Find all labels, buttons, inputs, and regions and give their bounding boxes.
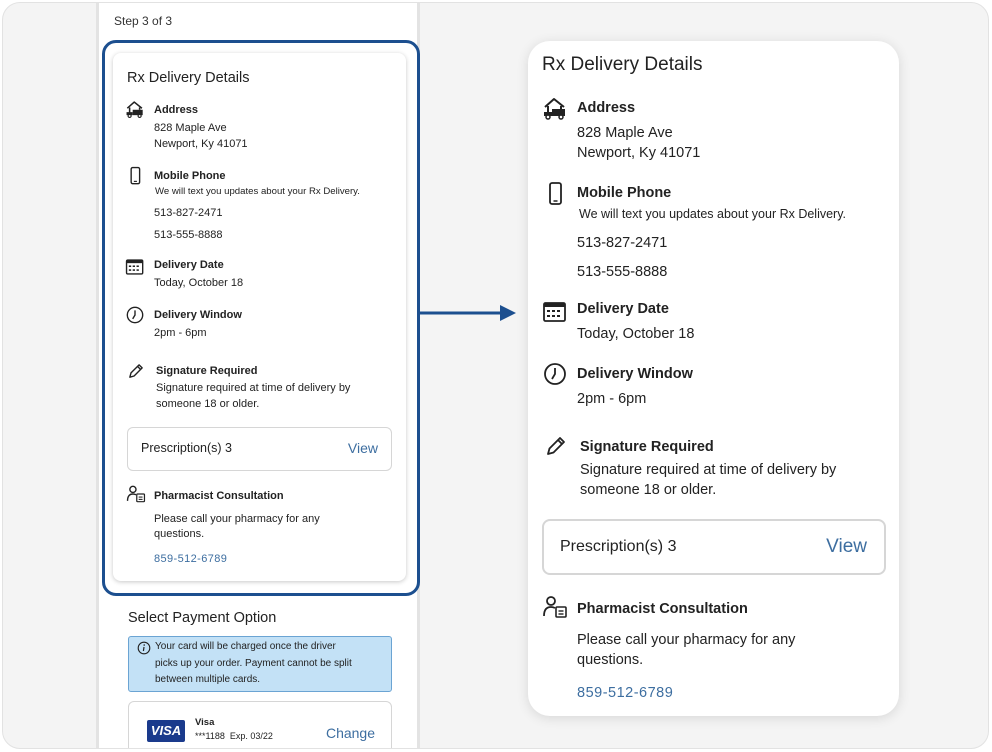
pencil-icon (126, 361, 146, 381)
payment-info-line-3: between multiple cards. (155, 674, 261, 685)
mobile-phone-note: We will text you updates about your Rx D… (579, 207, 847, 221)
house-delivery-icon (542, 95, 568, 121)
delivery-date-heading: Delivery Date (577, 301, 669, 317)
address-line-2: Newport, Ky 41071 (577, 145, 701, 161)
phone-number-1: 513-827-2471 (154, 207, 223, 219)
pencil-icon (543, 433, 569, 459)
step-indicator: Step 3 of 3 (114, 14, 173, 28)
change-card-button[interactable]: Change (326, 725, 375, 741)
card-expiry: Exp. 03/22 (229, 731, 273, 741)
delivery-window-value: 2pm - 6pm (154, 327, 207, 339)
pharmacist-heading: Pharmacist Consultation (154, 490, 284, 502)
phone-number-2: 513-555-8888 (154, 229, 223, 241)
card-number-exp: ***1188 Exp. 03/22 (195, 731, 273, 741)
payment-title: Select Payment Option (128, 610, 277, 626)
pharmacy-phone-link[interactable]: 859-512-6789 (154, 553, 227, 565)
mobile-phone-icon (542, 181, 568, 207)
calendar-icon (542, 299, 568, 325)
address-heading: Address (154, 104, 199, 116)
card-title: Rx Delivery Details (542, 54, 703, 75)
card-number: ***1188 (195, 731, 225, 741)
mobile-phone-icon (125, 166, 145, 186)
prescriptions-label: Prescription(s) 3 (141, 441, 232, 455)
clock-icon (542, 361, 568, 387)
mobile-phone-heading: Mobile Phone (154, 170, 226, 182)
address-heading: Address (577, 100, 636, 116)
prescriptions-row[interactable]: Prescription(s) 3 View (542, 519, 886, 575)
payment-card-row[interactable]: VISA Visa ***1188 Exp. 03/22 Change (128, 701, 392, 748)
info-icon (137, 641, 151, 655)
prescriptions-row[interactable]: Prescription(s) 3 View (127, 427, 392, 471)
pharmacist-heading: Pharmacist Consultation (577, 601, 748, 617)
signature-line-1: Signature required at time of delivery b… (580, 462, 837, 478)
rx-delivery-card-small: Rx Delivery Details Address 828 Maple Av… (113, 53, 406, 581)
payment-info-line-1: Your card will be charged once the drive… (155, 641, 336, 652)
screenshot-frame: Step 3 of 3 Rx Delivery Details Address … (2, 2, 989, 749)
mobile-phone-heading: Mobile Phone (577, 185, 672, 201)
view-prescriptions-link[interactable]: View (348, 440, 378, 456)
clock-icon (125, 305, 145, 325)
pharmacist-line-2: questions. (577, 652, 644, 668)
delivery-date-value: Today, October 18 (577, 326, 695, 342)
delivery-window-heading: Delivery Window (577, 366, 693, 382)
card-brand: Visa (195, 717, 215, 728)
phone-number-2: 513-555-8888 (577, 264, 668, 280)
calendar-icon (125, 257, 145, 277)
payment-info-text: Your card will be charged once the drive… (155, 639, 387, 689)
delivery-window-heading: Delivery Window (154, 309, 242, 321)
pharmacist-line-1: Please call your pharmacy for any (577, 632, 796, 648)
house-delivery-icon (125, 99, 145, 119)
payment-info-banner: Your card will be charged once the drive… (128, 636, 392, 692)
address-line-1: 828 Maple Ave (154, 122, 227, 134)
signature-line-2: someone 18 or older. (156, 398, 260, 410)
pharmacist-line-1: Please call your pharmacy for any (154, 513, 320, 525)
prescriptions-label: Prescription(s) 3 (560, 538, 677, 555)
delivery-window-value: 2pm - 6pm (577, 391, 647, 407)
signature-heading: Signature Required (156, 365, 258, 377)
view-prescriptions-link[interactable]: View (826, 536, 867, 558)
signature-line-1: Signature required at time of delivery b… (156, 382, 351, 394)
visa-logo: VISA (147, 720, 185, 742)
pharmacist-line-2: questions. (154, 528, 205, 540)
signature-line-2: someone 18 or older. (580, 482, 717, 498)
rx-delivery-card-enlarged: Rx Delivery Details Address 828 Maple Av… (528, 41, 899, 716)
callout-arrow (418, 305, 516, 321)
mobile-phone-note: We will text you updates about your Rx D… (155, 186, 360, 197)
payment-info-line-2: picks up your order. Payment cannot be s… (155, 657, 352, 669)
delivery-date-value: Today, October 18 (154, 277, 244, 289)
phone-number-1: 513-827-2471 (577, 235, 668, 251)
pharmacist-icon (542, 594, 568, 620)
pharmacist-icon (126, 484, 146, 504)
card-title: Rx Delivery Details (127, 70, 250, 86)
pharmacy-phone-link[interactable]: 859-512-6789 (577, 685, 673, 701)
address-line-1: 828 Maple Ave (577, 125, 673, 141)
address-line-2: Newport, Ky 41071 (154, 138, 248, 150)
signature-heading: Signature Required (580, 439, 714, 455)
delivery-date-heading: Delivery Date (154, 259, 224, 271)
phone-screen: Step 3 of 3 Rx Delivery Details Address … (96, 3, 420, 748)
